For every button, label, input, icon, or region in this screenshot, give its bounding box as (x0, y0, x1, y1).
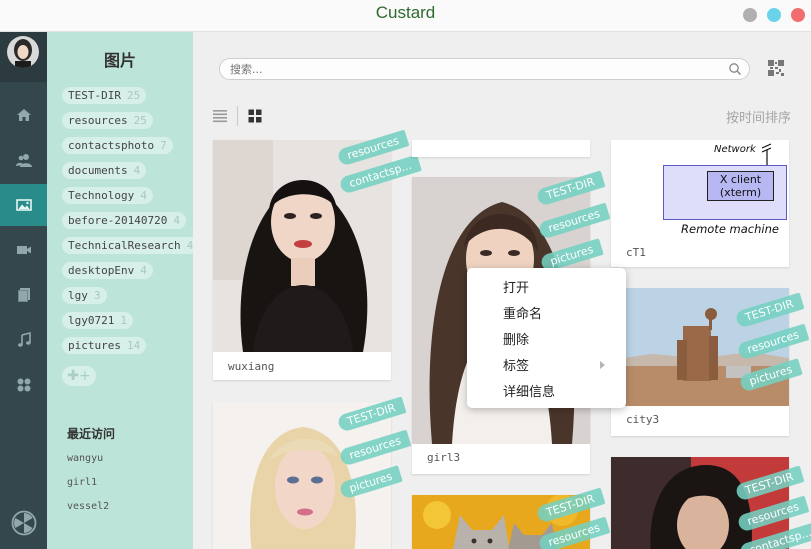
apps-icon (17, 378, 30, 392)
recent-item[interactable]: vessel2 (67, 501, 109, 512)
contacts-icon (15, 154, 32, 167)
diagram-xclient-box: X client (xterm) (707, 171, 774, 201)
nav-contacts[interactable] (0, 139, 47, 181)
grid-view-icon[interactable] (247, 108, 263, 124)
menu-item-delete[interactable]: 删除 (503, 329, 529, 348)
tag-item[interactable]: resources 25 (62, 112, 153, 129)
qrcode-icon[interactable] (768, 60, 784, 76)
tag-item[interactable]: pictures 14 (62, 337, 147, 354)
nav-documents[interactable] (0, 274, 47, 316)
tag-item[interactable]: Technology 4 (62, 187, 153, 204)
menu-item-rename[interactable]: 重命名 (503, 303, 542, 322)
avatar[interactable] (7, 36, 39, 68)
nav-music[interactable] (0, 319, 47, 361)
tag-item[interactable]: documents 4 (62, 162, 147, 179)
window-title: Custard (375, 3, 436, 22)
menu-item-details[interactable]: 详细信息 (503, 381, 555, 400)
music-icon (17, 332, 31, 347)
search-icon[interactable] (728, 62, 742, 76)
nav-rail (0, 32, 47, 549)
settings-icon[interactable] (11, 510, 37, 536)
search-input[interactable] (230, 61, 720, 77)
photo-card-ct1[interactable]: Network X client (xterm) Remote machine … (611, 140, 789, 267)
add-tag-button[interactable]: ✚+ (62, 366, 96, 386)
tag-item[interactable]: TEST-DIR 25 (62, 87, 147, 104)
menu-item-open[interactable]: 打开 (503, 277, 529, 296)
recent-item[interactable]: girl1 (67, 477, 97, 488)
chevron-right-icon (600, 361, 605, 369)
tag-item[interactable]: desktopEnv 4 (62, 262, 153, 279)
avatar-area (0, 32, 47, 82)
context-menu: 打开 重命名 删除 标签 详细信息 (467, 268, 626, 408)
tag-item[interactable]: TechnicalResearch 4 (62, 237, 200, 254)
sort-by-time-button[interactable]: 按时间排序 (726, 107, 791, 126)
list-view-icon[interactable] (212, 108, 228, 124)
home-icon (16, 109, 31, 121)
tag-item[interactable]: before-20140720 4 (62, 212, 186, 229)
maximize-button[interactable] (767, 8, 781, 22)
diagram-remote-label: Remote machine (681, 222, 779, 236)
search-bar[interactable] (219, 58, 750, 80)
photo-caption: cT1 (626, 246, 646, 259)
recent-item[interactable]: wangyu (67, 453, 103, 464)
photo-caption: city3 (626, 413, 660, 426)
photo-thumbnail (611, 457, 789, 549)
tag-item[interactable]: lgy0721 1 (62, 312, 133, 329)
nav-home[interactable] (0, 94, 47, 136)
photo-caption: girl3 (427, 451, 461, 464)
panel-title: 图片 (103, 51, 136, 70)
photo-caption: wuxiang (228, 360, 275, 373)
view-separator (237, 106, 238, 126)
photo-thumbnail: Network X client (xterm) Remote machine (611, 140, 789, 240)
tag-panel: 图片 TEST-DIR 25 resources 25 contactsphoto 7… (47, 32, 200, 549)
title-bar: Custard (0, 0, 811, 32)
picture-icon (15, 199, 32, 211)
photo-card-man[interactable] (611, 457, 789, 549)
minimize-button[interactable] (743, 8, 757, 22)
photo-card-partial[interactable] (412, 140, 590, 157)
close-button[interactable] (791, 8, 805, 22)
video-icon (16, 246, 31, 254)
nav-video[interactable] (0, 229, 47, 271)
nav-pictures[interactable] (0, 184, 47, 226)
diagram-network-label: Network (714, 144, 756, 155)
menu-item-tags[interactable]: 标签 (503, 355, 529, 374)
document-icon (17, 288, 30, 302)
tag-item[interactable]: lgy 3 (62, 287, 107, 304)
recent-title: 最近访问 (67, 427, 116, 441)
tag-item[interactable]: contactsphoto 7 (62, 137, 173, 154)
nav-apps[interactable] (0, 364, 47, 406)
